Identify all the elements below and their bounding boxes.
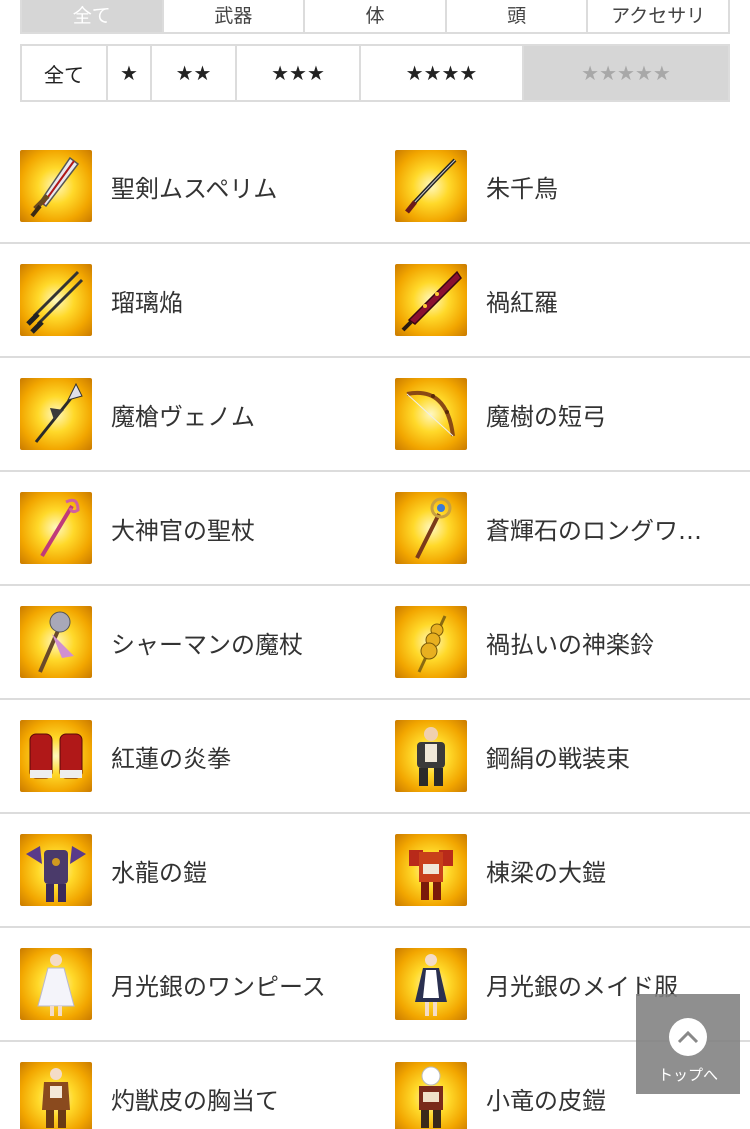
list-item[interactable]: 禍紅羅: [375, 244, 750, 356]
list-item[interactable]: 魔樹の短弓: [375, 358, 750, 470]
list-item[interactable]: 禍払いの神楽鈴: [375, 586, 750, 698]
tab-head[interactable]: 頭: [444, 0, 587, 32]
tab-weapon[interactable]: 武器: [161, 0, 304, 32]
item-name: 紅蓮の炎拳: [111, 744, 231, 773]
list-item[interactable]: 聖剣ムスペリム: [0, 130, 375, 242]
rarity-tab-all[interactable]: 全て: [22, 46, 106, 100]
kagura-bell-icon: [395, 606, 467, 678]
dragon-armor-icon: [20, 834, 92, 906]
item-name: 月光銀のワンピース: [111, 972, 326, 1001]
list-item[interactable]: 魔槍ヴェノム: [0, 358, 375, 470]
list-item[interactable]: 朱千鳥: [375, 130, 750, 242]
staff-icon: [20, 492, 92, 564]
list-item[interactable]: 棟梁の大鎧: [375, 814, 750, 926]
rarity-tab-3[interactable]: ★★★: [235, 46, 359, 100]
rarity-tab-2[interactable]: ★★: [150, 46, 235, 100]
item-name: 魔槍ヴェノム: [111, 402, 255, 431]
back-to-top-label: トップへ: [657, 1066, 718, 1084]
rarity-tab-4[interactable]: ★★★★: [359, 46, 522, 100]
katana-icon: [395, 150, 467, 222]
item-name: 禍払いの神楽鈴: [486, 630, 654, 659]
chevron-up-icon: [669, 1018, 707, 1056]
list-row: 紅蓮の炎拳 鋼絹の戦装束: [0, 700, 750, 814]
tab-body[interactable]: 体: [303, 0, 445, 32]
item-name: 棟梁の大鎧: [486, 858, 606, 887]
item-name: 小竜の皮鎧: [486, 1086, 606, 1115]
list-row: シャーマンの魔杖 禍払いの神楽鈴: [0, 586, 750, 700]
list-row: 大神官の聖杖 蒼輝石のロングワ…: [0, 472, 750, 586]
item-name: 魔樹の短弓: [486, 402, 606, 431]
item-name: 大神官の聖杖: [111, 516, 255, 545]
rarity-tabs: 全て ★ ★★ ★★★ ★★★★ ★★★★★: [20, 44, 730, 102]
maid-outfit-icon: [395, 948, 467, 1020]
item-name: 聖剣ムスペリム: [111, 174, 278, 203]
item-name: 蒼輝石のロングワ…: [486, 516, 702, 545]
list-item[interactable]: 月光銀のワンピース: [0, 928, 375, 1040]
list-row: 瑠璃焔 禍紅羅: [0, 244, 750, 358]
equipment-list: 聖剣ムスペリム 朱千鳥 瑠璃焔 禍紅羅 魔槍ヴェノム 魔樹の短弓 大神官の聖杖 …: [0, 130, 750, 1129]
item-name: 灼獣皮の胸当て: [111, 1086, 279, 1115]
hide-armor-icon: [395, 1062, 467, 1129]
item-name: 朱千鳥: [486, 174, 558, 203]
twin-blades-icon: [20, 264, 92, 336]
rarity-tab-5[interactable]: ★★★★★: [522, 46, 728, 100]
list-item[interactable]: 大神官の聖杖: [0, 472, 375, 584]
list-item[interactable]: シャーマンの魔杖: [0, 586, 375, 698]
item-name: 禍紅羅: [486, 288, 558, 317]
list-item[interactable]: 紅蓮の炎拳: [0, 700, 375, 812]
list-item[interactable]: 瑠璃焔: [0, 244, 375, 356]
bow-icon: [395, 378, 467, 450]
list-item[interactable]: 水龍の鎧: [0, 814, 375, 926]
crimson-blade-icon: [395, 264, 467, 336]
item-name: 瑠璃焔: [111, 288, 183, 317]
tab-accessory[interactable]: アクセサリ: [586, 0, 728, 32]
list-item[interactable]: 蒼輝石のロングワ…: [375, 472, 750, 584]
wand-icon: [395, 492, 467, 564]
armor-icon: [395, 720, 467, 792]
list-item[interactable]: 灼獣皮の胸当て: [0, 1042, 375, 1129]
list-row: 聖剣ムスペリム 朱千鳥: [0, 130, 750, 244]
rarity-tab-1[interactable]: ★: [106, 46, 150, 100]
sword-icon: [20, 150, 92, 222]
list-row: 水龍の鎧 棟梁の大鎧: [0, 814, 750, 928]
dress-icon: [20, 948, 92, 1020]
gauntlet-icon: [20, 720, 92, 792]
item-name: シャーマンの魔杖: [111, 630, 303, 659]
item-name: 水龍の鎧: [111, 858, 207, 887]
spear-icon: [20, 378, 92, 450]
samurai-armor-icon: [395, 834, 467, 906]
tab-all[interactable]: 全て: [22, 0, 162, 32]
list-row: 魔槍ヴェノム 魔樹の短弓: [0, 358, 750, 472]
shaman-staff-icon: [20, 606, 92, 678]
back-to-top-button[interactable]: トップへ: [636, 994, 740, 1094]
item-name: 鋼絹の戦装束: [486, 744, 630, 773]
category-tabs: 全て 武器 体 頭 アクセサリ: [20, 0, 730, 34]
list-item[interactable]: 鋼絹の戦装束: [375, 700, 750, 812]
leather-armor-icon: [20, 1062, 92, 1129]
